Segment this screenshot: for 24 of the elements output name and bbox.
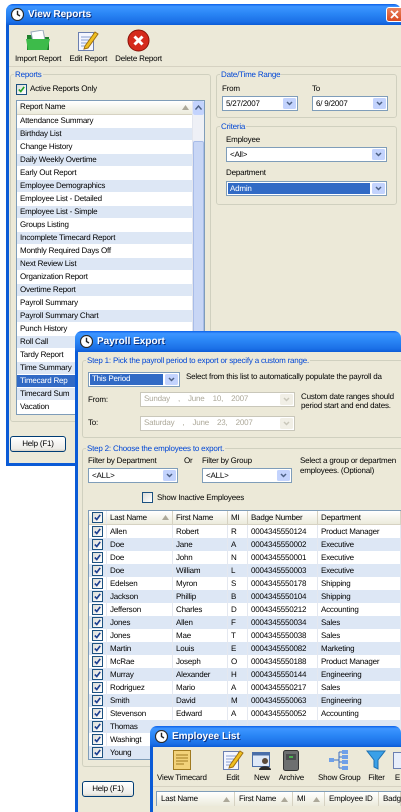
group-label: Criteria — [220, 122, 246, 132]
group-label: Reports — [14, 70, 43, 80]
hint-text: period start and end dates. — [301, 401, 392, 411]
window-title: Payroll Export — [97, 336, 165, 348]
group-label: Step 1: Pick the payroll period to export or specify a custom range. — [86, 356, 310, 366]
window-title: Employee List — [172, 730, 240, 742]
hint-text: employees. (Optional) — [300, 466, 376, 476]
checkbox-label: Show Inactive Employees — [157, 492, 244, 502]
field-label: From: — [88, 394, 109, 404]
field-label: Filter by Department — [88, 456, 158, 466]
field-label: To — [312, 84, 322, 94]
group-label: Step 2: Choose the employees to export. — [86, 444, 226, 454]
field-label: Department — [226, 168, 267, 178]
field-label: Filter by Group — [202, 456, 253, 466]
hint-text: Custom date ranges should — [301, 392, 395, 402]
field-label: Employee — [226, 134, 261, 144]
hint-text: Select from this list to automatically populate the payroll da — [186, 372, 383, 382]
field-label: Or — [184, 456, 194, 466]
field-label: From — [222, 84, 241, 94]
checkbox-label: Active Reports Only — [30, 84, 97, 94]
group-label: Date/Time Range — [220, 70, 282, 80]
field-label: To: — [88, 418, 100, 428]
window-title: View Reports — [28, 8, 92, 20]
hint-text: Select a group or departmen — [300, 456, 397, 466]
